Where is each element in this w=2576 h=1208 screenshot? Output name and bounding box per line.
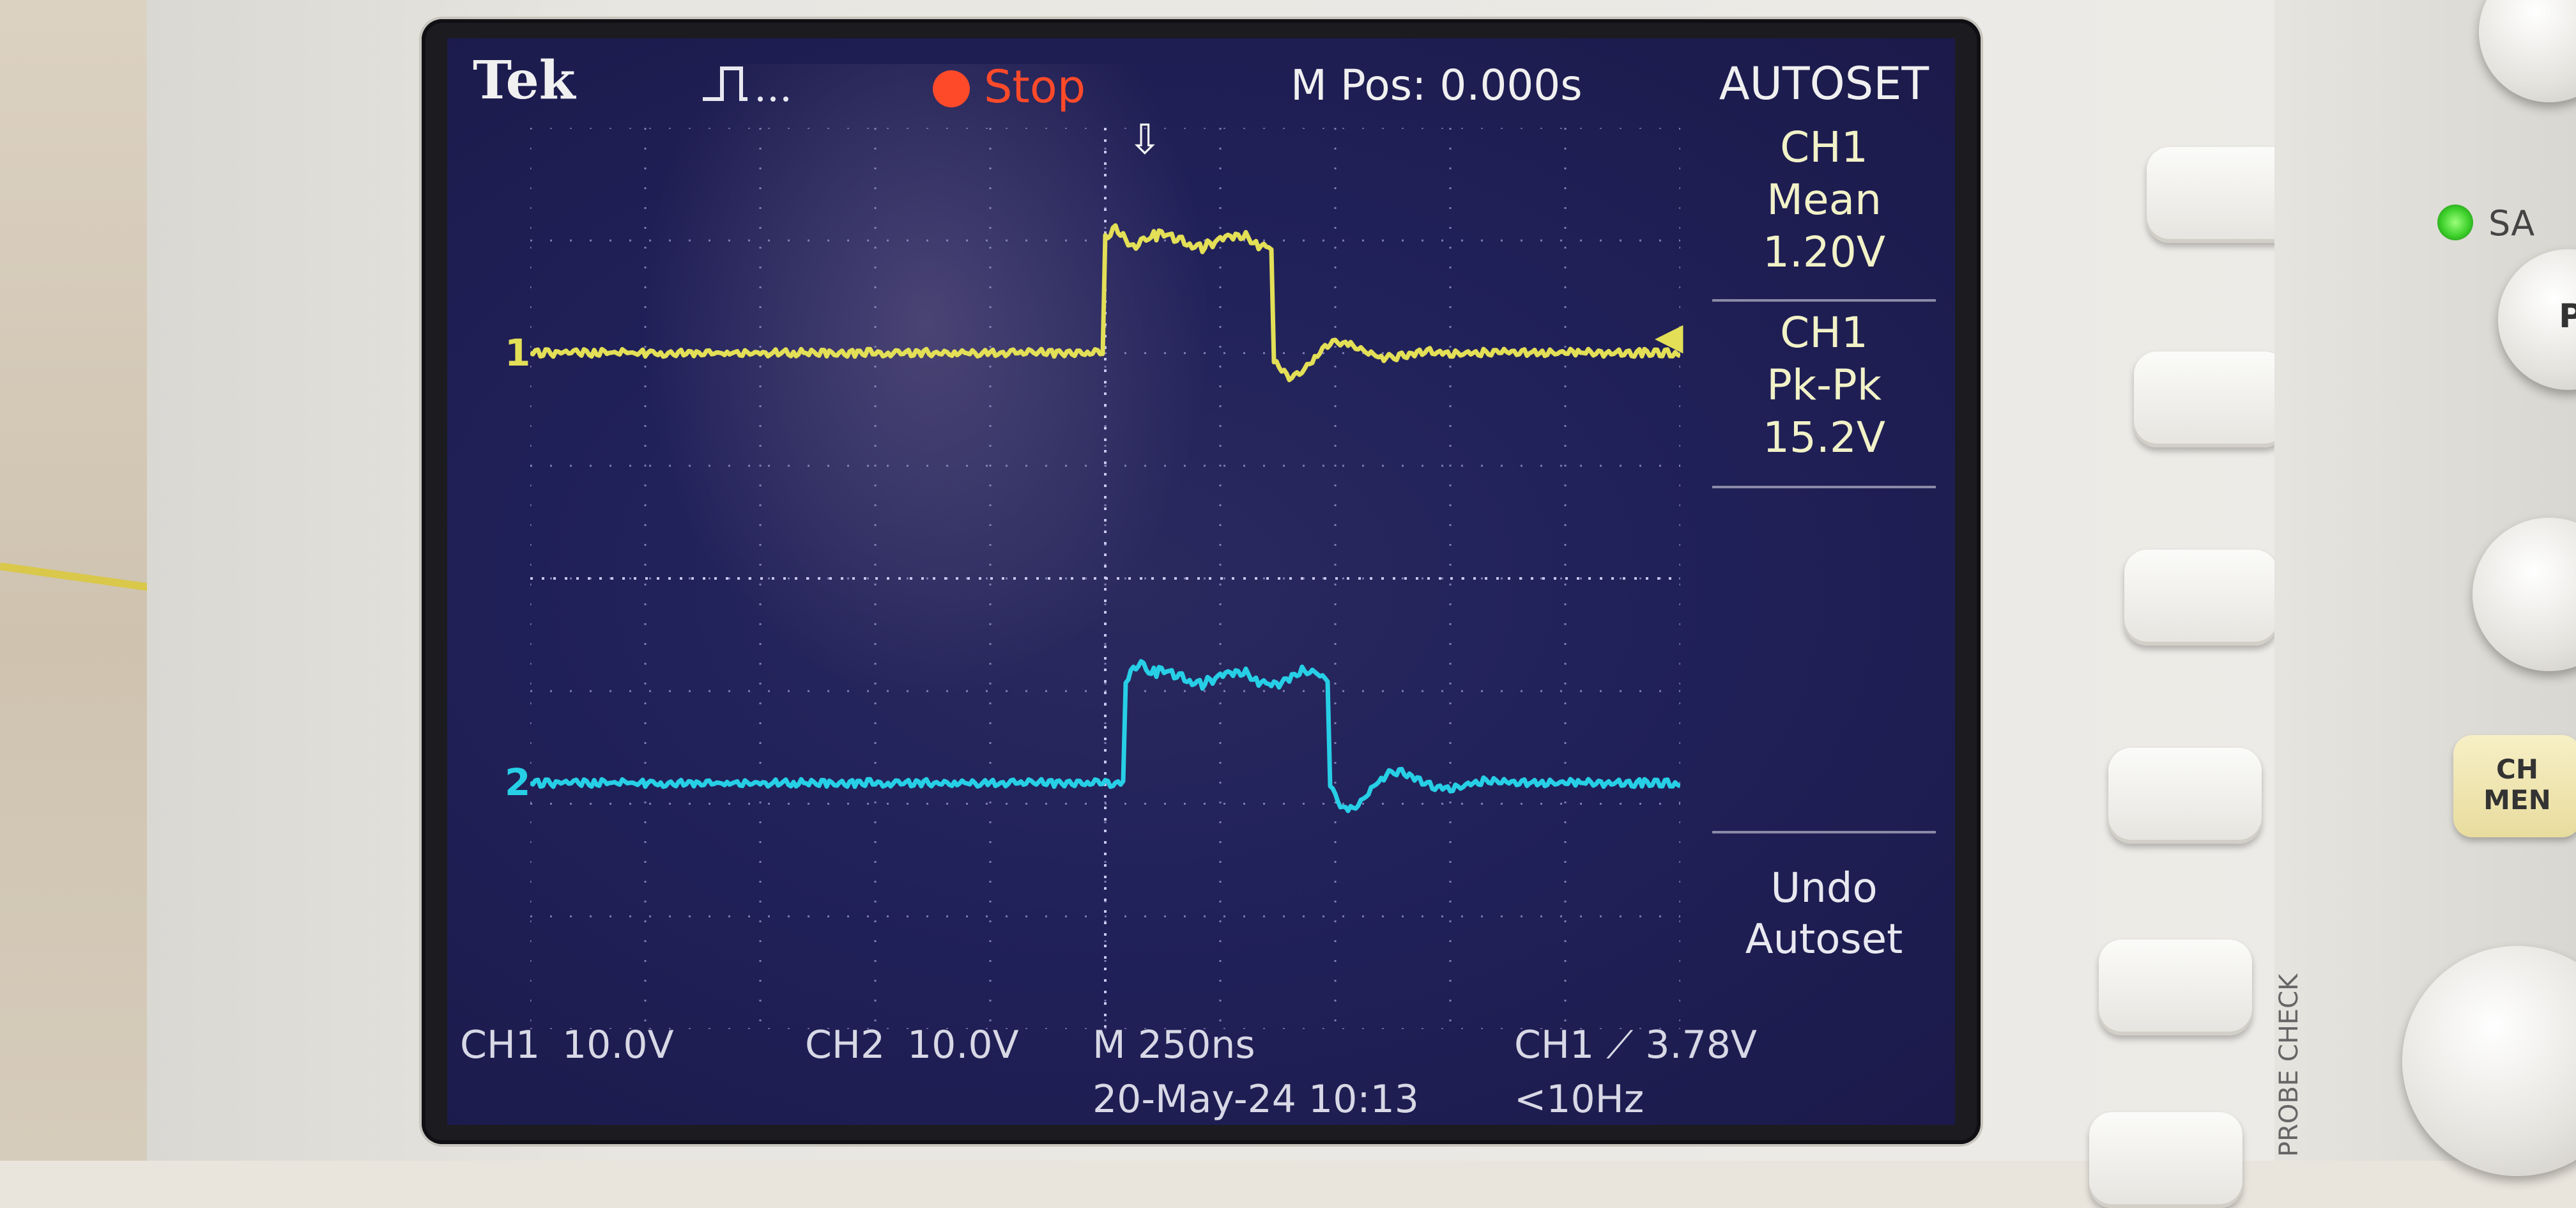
undo-label: Undo: [1770, 865, 1878, 912]
option-button-5[interactable]: [2099, 940, 2252, 1035]
trigger-position-icon: ⇩: [1128, 116, 1162, 164]
measurement-2-source: CH1: [1780, 308, 1868, 357]
horizontal-position-readout: M Pos: 0.000s: [1291, 61, 1583, 110]
menu-title: AUTOSET: [1719, 58, 1929, 110]
trigger-level-icon: ◀: [1655, 314, 1683, 358]
trigger-readout: CH1 ⟋ 3.78V: [1514, 1023, 1757, 1067]
menu-divider: [1712, 486, 1936, 488]
sa-led-icon: [2437, 205, 2473, 240]
ch2-ground-marker: 2: [505, 761, 531, 804]
acquisition-mode-icon: [703, 66, 788, 102]
option-button-3[interactable]: [2124, 550, 2278, 646]
date-time: 20-May-24 10:13: [1092, 1077, 1419, 1122]
waveform-display: [530, 128, 1680, 1029]
ch2-label: CH2: [805, 1023, 885, 1067]
measurement-2-type: Pk-Pk: [1767, 360, 1882, 410]
measurement-1-value: 1.20V: [1762, 228, 1886, 277]
measurement-1-type: Mean: [1767, 175, 1882, 224]
brand-label: Tek: [473, 50, 576, 111]
trigger-frequency: <10Hz: [1514, 1077, 1644, 1122]
option-button-4[interactable]: [2108, 748, 2262, 844]
ch1-label: CH1: [460, 1023, 540, 1067]
menu-divider: [1712, 831, 1936, 833]
ch1-waveform: [530, 223, 1680, 382]
option-button-2[interactable]: [2134, 352, 2287, 447]
measurement-2-value: 15.2V: [1762, 413, 1886, 462]
run-state-label: Stop: [984, 61, 1086, 113]
ch-menu-line1: CH: [2496, 754, 2538, 785]
ch-menu-button[interactable]: CH MEN: [2453, 735, 2576, 837]
status-footer: CH1 10.0V CH2 10.0V M 250ns CH1 ⟋ 3.78V …: [447, 1023, 1955, 1125]
panel-button-p-label: P: [2559, 297, 2576, 336]
ch2-scale: 10.0V: [907, 1023, 1019, 1067]
probe-check-label: PROBE CHECK: [2274, 973, 2304, 1157]
sa-label: SA: [2488, 203, 2535, 244]
measurement-1-source: CH1: [1780, 123, 1868, 172]
measurement-2[interactable]: CH1 Pk-Pk 15.2V: [1706, 307, 1942, 464]
timebase-readout: M 250ns: [1092, 1023, 1255, 1067]
undo-autoset-button[interactable]: Undo Autoset: [1706, 863, 1942, 965]
side-menu: AUTOSET CH1 Mean 1.20V CH1 Pk-Pk 15.2V U…: [1693, 38, 1955, 1087]
ch-menu-line2: MEN: [2483, 784, 2551, 816]
option-button-6[interactable]: [2089, 1112, 2242, 1208]
ch1-scale: 10.0V: [562, 1023, 674, 1067]
graticule: ⇩ 1 2 ◀: [505, 116, 1683, 1029]
ch1-ground-marker: 1: [505, 331, 531, 375]
run-state-icon: [933, 70, 970, 107]
oscilloscope-screen: Tek Stop M Pos: 0.000s ⇩ 1 2 ◀ AUTOSET C…: [447, 38, 1955, 1125]
autoset-label: Autoset: [1745, 916, 1903, 963]
menu-divider: [1712, 299, 1936, 302]
measurement-1[interactable]: CH1 Mean 1.20V: [1706, 121, 1942, 279]
